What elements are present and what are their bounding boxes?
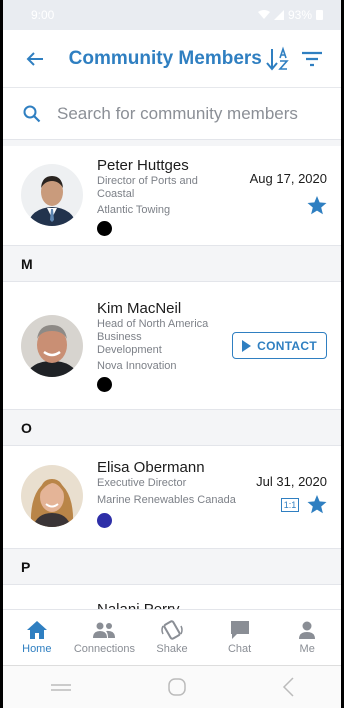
tab-connections[interactable]: Connections: [71, 610, 139, 665]
avatar: [21, 465, 83, 527]
member-meta: Jul 31, 2020 1:1: [256, 459, 327, 548]
star-icon[interactable]: [307, 495, 327, 514]
page-title: Community Members: [68, 47, 262, 69]
avatar: [21, 315, 83, 377]
member-actions: 1:1: [281, 495, 327, 514]
system-nav-bar: [3, 665, 341, 708]
tab-label: Connections: [73, 643, 135, 655]
tab-me[interactable]: Me: [273, 610, 341, 665]
member-meta: CONTACT: [232, 300, 327, 409]
member-role: Executive Director: [97, 477, 187, 489]
tab-label: Chat: [227, 643, 252, 655]
status-time: 9:00: [31, 8, 55, 22]
filter-button[interactable]: [295, 42, 329, 76]
signal-icon: [273, 10, 284, 20]
status-dot: [97, 221, 112, 236]
member-date: Aug 17, 2020: [249, 171, 327, 186]
person-icon: [299, 621, 316, 639]
chat-icon: [230, 621, 249, 639]
contact-label: CONTACT: [257, 338, 317, 353]
battery-percent: 93%: [287, 8, 312, 22]
status-dot: [97, 513, 112, 528]
tab-label: Me: [299, 643, 315, 655]
member-role: Director of Ports and Coastal: [97, 175, 198, 200]
member-date: Jul 31, 2020: [256, 474, 327, 489]
filter-icon: [302, 51, 323, 66]
star-icon[interactable]: [307, 196, 327, 215]
status-right: 93%: [257, 8, 323, 22]
recents-icon[interactable]: [49, 681, 73, 693]
list-item[interactable]: Elisa Obermann Executive Director Marine…: [3, 446, 341, 549]
sort-az-icon: [265, 45, 289, 71]
tab-label: Home: [22, 643, 52, 655]
tab-home[interactable]: Home: [3, 610, 71, 665]
member-name: Elisa Obermann: [97, 459, 205, 476]
section-header: O: [3, 410, 341, 446]
wifi-icon: [257, 10, 270, 19]
connections-icon: [93, 622, 116, 638]
play-icon: [242, 339, 252, 352]
section-header: P: [3, 549, 341, 585]
search-bar[interactable]: Search for community members: [3, 88, 341, 140]
member-info: Peter Huttges Director of Ports and Coas…: [97, 157, 250, 245]
shake-icon: [161, 620, 183, 640]
app-screen: 9:00 93% Community Members Search for co…: [3, 0, 341, 708]
avatar: [21, 164, 83, 226]
one-on-one-badge[interactable]: 1:1: [281, 497, 299, 512]
member-meta: Aug 17, 2020: [250, 157, 327, 245]
list-item[interactable]: Peter Huttges Director of Ports and Coas…: [3, 146, 341, 246]
search-input[interactable]: Search for community members: [57, 104, 298, 124]
member-info: Kim MacNeil Head of North America Busine…: [97, 300, 232, 409]
member-org: Marine Renewables Canada: [97, 494, 236, 506]
battery-icon: [316, 10, 323, 20]
member-info: Elisa Obermann Executive Director Marine…: [97, 459, 256, 548]
tab-chat[interactable]: Chat: [206, 610, 274, 665]
list-item[interactable]: Kim MacNeil Head of North America Busine…: [3, 282, 341, 410]
home-icon: [26, 621, 47, 639]
status-bar: 9:00 93%: [3, 0, 341, 30]
tab-label: Shake: [156, 643, 188, 655]
member-list: Peter Huttges Director of Ports and Coas…: [3, 146, 341, 677]
app-bar: Community Members: [3, 30, 341, 88]
tab-shake[interactable]: Shake: [138, 610, 206, 665]
back-arrow-icon: [26, 51, 43, 66]
section-header: M: [3, 246, 341, 282]
member-name: Kim MacNeil: [97, 300, 182, 317]
back-nav-icon[interactable]: [281, 676, 295, 698]
contact-button[interactable]: CONTACT: [232, 332, 327, 359]
member-name: Peter Huttges: [97, 157, 189, 174]
member-org: Atlantic Towing: [97, 204, 171, 216]
member-org: Nova Innovation: [97, 360, 177, 372]
search-icon: [23, 105, 41, 122]
member-role: Head of North America Business Developme…: [97, 318, 209, 356]
bottom-tab-bar: Home Connections Shake Chat Me: [3, 609, 341, 665]
back-button[interactable]: [21, 45, 49, 73]
home-nav-icon[interactable]: [166, 676, 188, 698]
status-dot: [97, 377, 112, 392]
sort-az-button[interactable]: [262, 42, 296, 76]
